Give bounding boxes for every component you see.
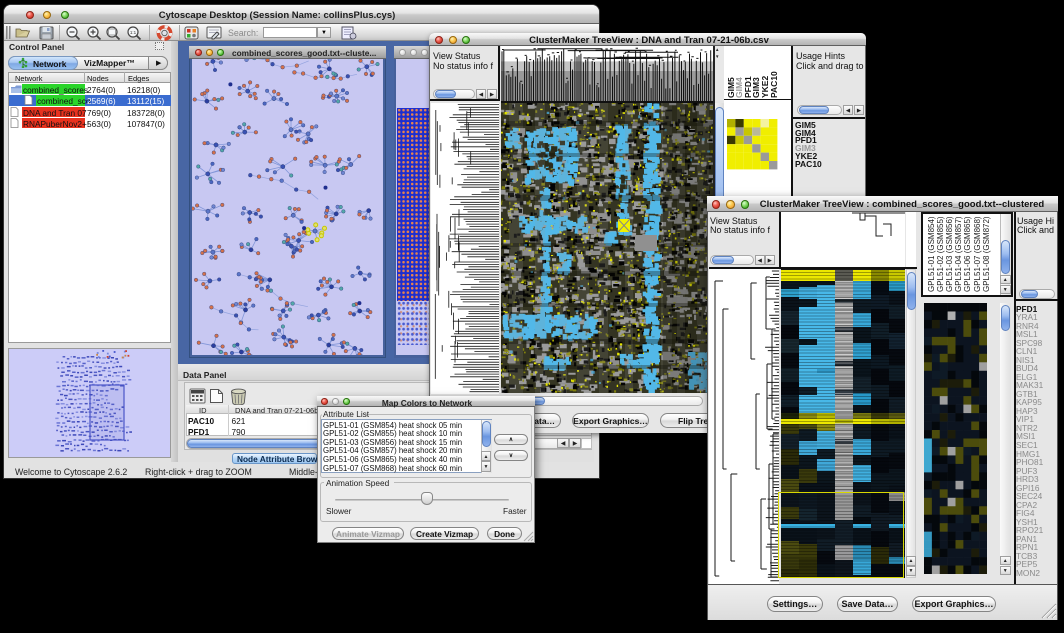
svg-text:1:1: 1:1: [130, 30, 137, 35]
